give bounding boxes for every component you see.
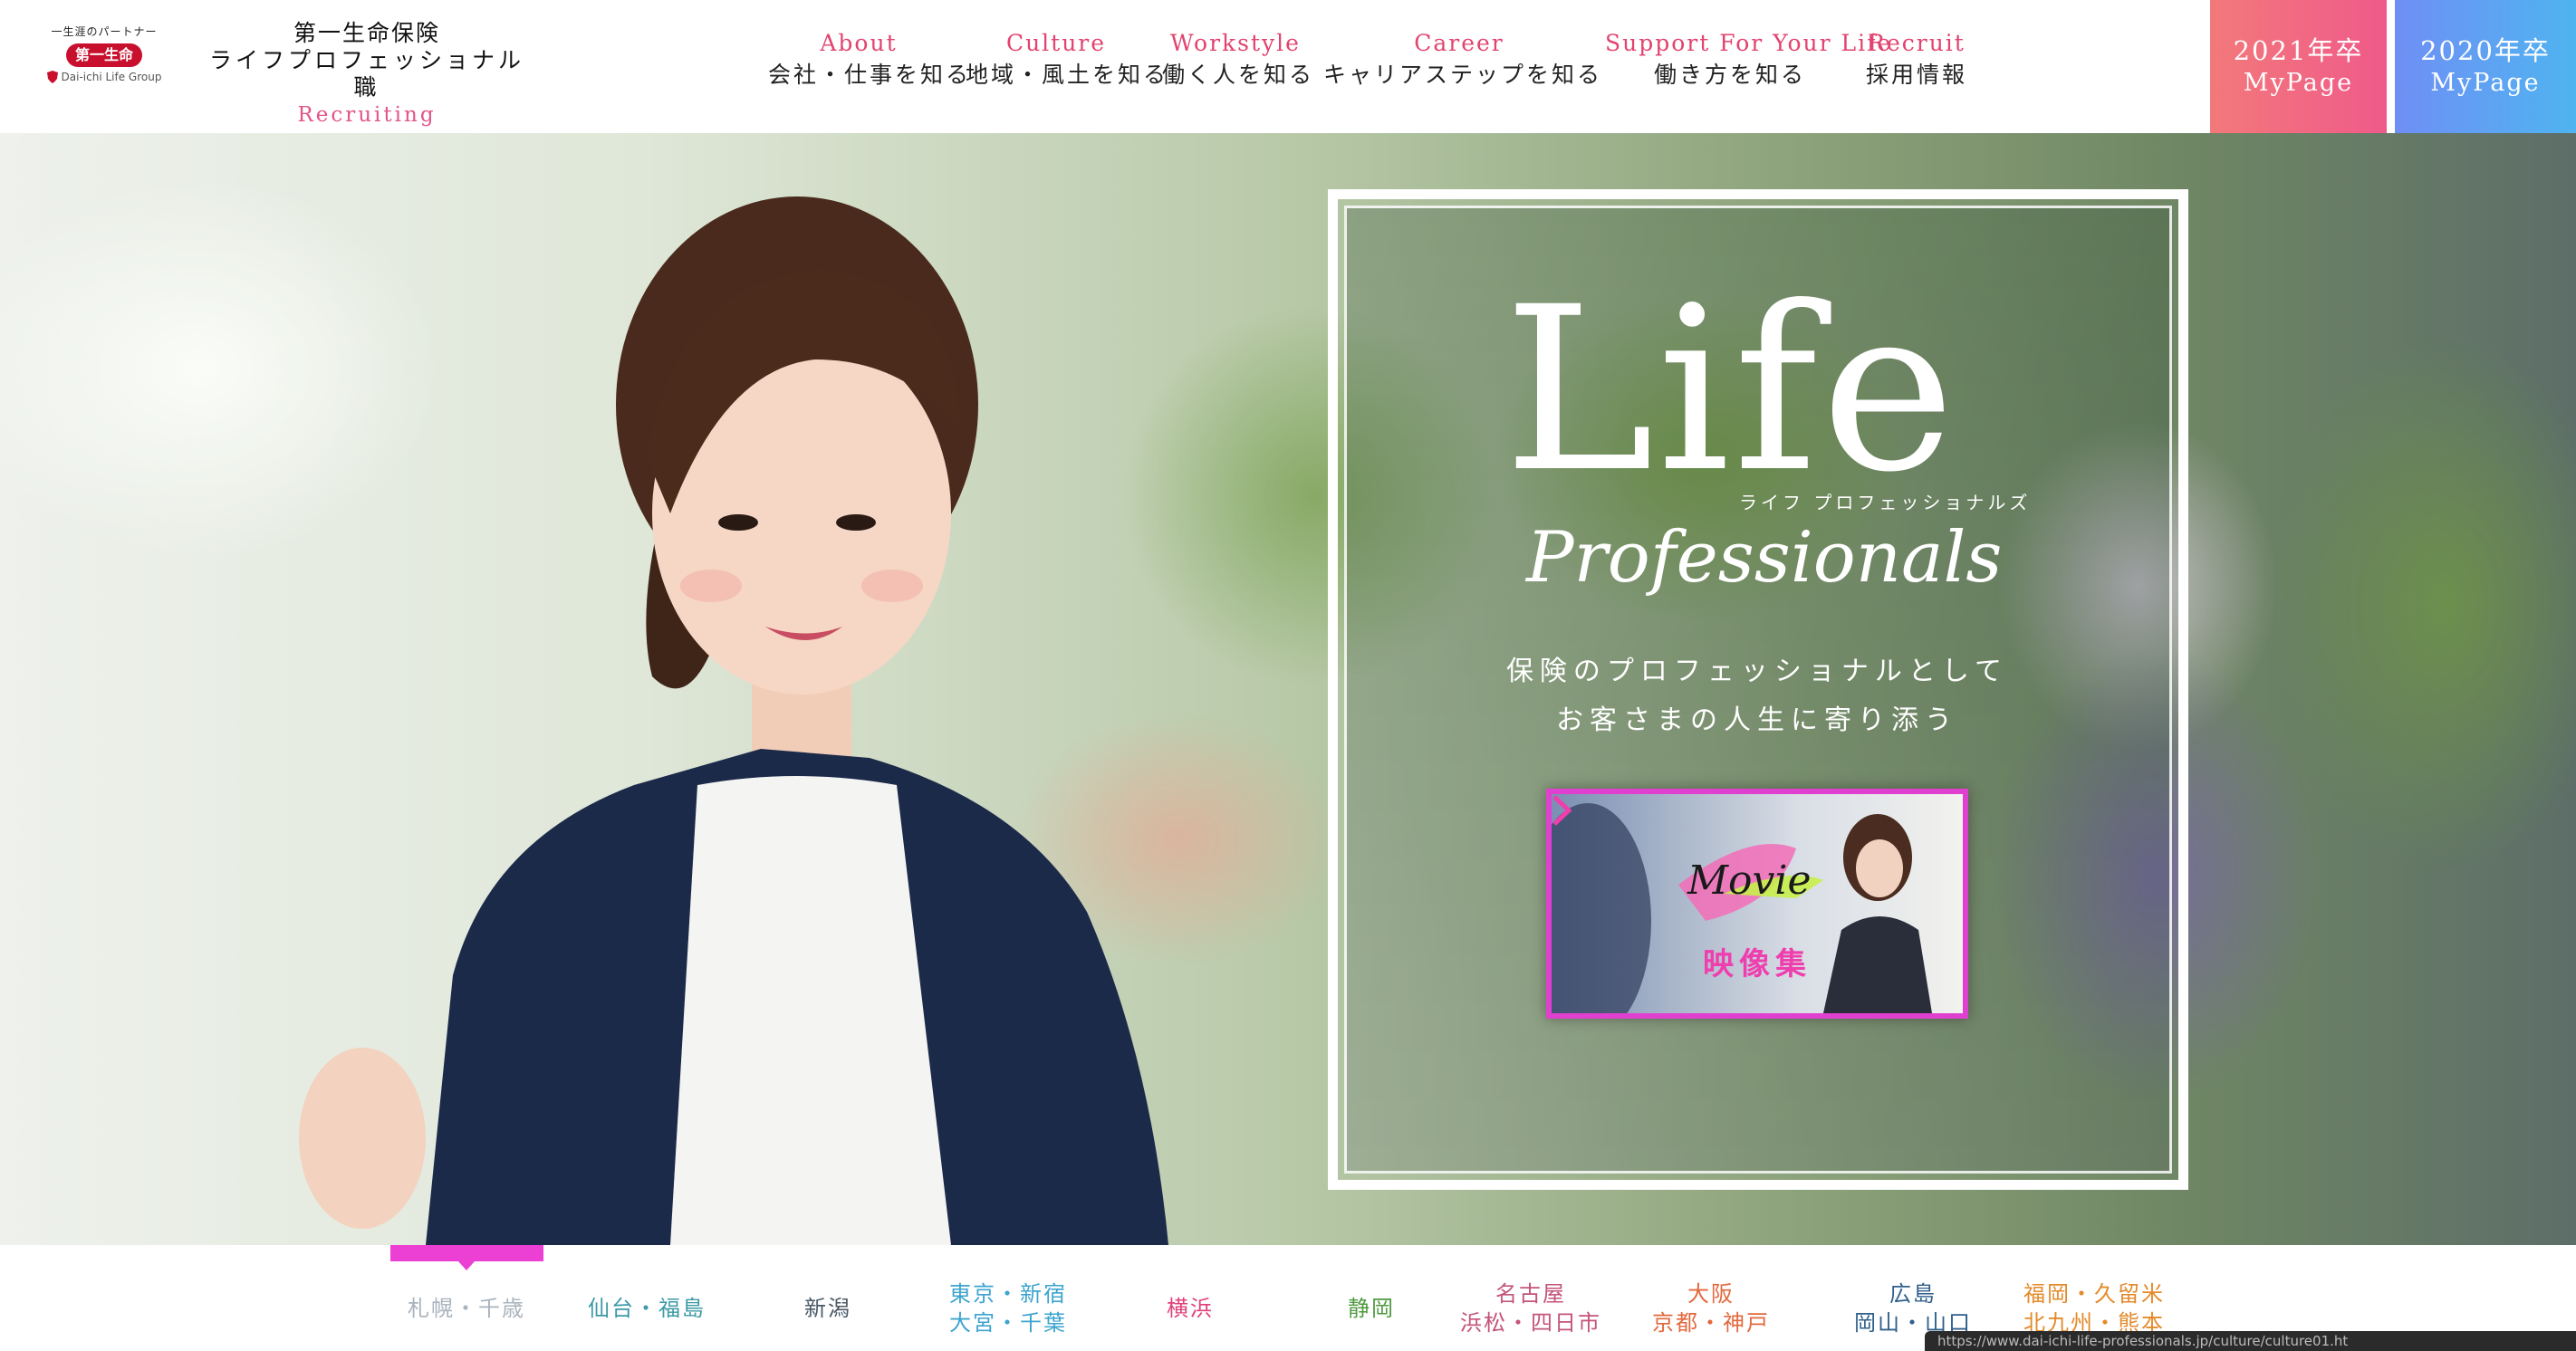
hero-section: Life ライフ プロフェッショナルズ Professionals 保険のプロフ… bbox=[0, 133, 2576, 1245]
region-item-label: 札幌・千歳 bbox=[408, 1296, 525, 1321]
logo-professionals-text: Professionals bbox=[1524, 517, 2002, 599]
region-item-label: 福岡・久留米 bbox=[2023, 1281, 2165, 1307]
region-item[interactable]: 仙台・福島 bbox=[547, 1294, 746, 1323]
nav-recruit-ja: 採用情報 bbox=[1866, 62, 1968, 88]
region-item-label: 新潟 bbox=[804, 1296, 851, 1321]
chevron-right-icon bbox=[1552, 795, 1572, 826]
movie-label: 映像集 bbox=[1703, 946, 1812, 982]
site-header: 一生涯のパートナー 第一生命 Dai-ichi Life Group 第一生命保… bbox=[0, 0, 2576, 133]
region-selected-marker bbox=[390, 1245, 543, 1261]
nav-recruit-en: Recruit bbox=[1868, 30, 1966, 56]
nav-recruit[interactable]: Recruit 採用情報 bbox=[1866, 27, 1967, 91]
logo-kana-text: ライフ プロフェッショナルズ bbox=[1739, 492, 2031, 513]
nav-support-en: Support For Your Life bbox=[1605, 30, 1893, 56]
nav-support-ja: 働き方を知る bbox=[1653, 62, 1806, 88]
movie-gallery-button[interactable]: Movie 映像集 bbox=[1546, 789, 1968, 1019]
mypage-2021-label: MyPage bbox=[2243, 68, 2354, 97]
site-title[interactable]: 第一生命保険 ライフプロフェッショナル職 Recruiting bbox=[204, 20, 530, 129]
mypage-2020-year: 2020年卒 bbox=[2420, 34, 2551, 66]
nav-career-ja: キャリアステップを知る bbox=[1323, 62, 1603, 88]
region-item[interactable]: 新潟 bbox=[728, 1294, 928, 1323]
dai-ichi-logo[interactable]: 一生涯のパートナー 第一生命 Dai-ichi Life Group bbox=[36, 24, 172, 96]
mypage-2021-year: 2021年卒 bbox=[2233, 34, 2364, 66]
nav-support[interactable]: Support For Your Life 働き方を知る bbox=[1605, 27, 1893, 91]
nav-workstyle[interactable]: Workstyle 働く人を知る bbox=[1162, 27, 1315, 91]
region-selected-marker-tip bbox=[458, 1261, 475, 1270]
hero-tagline-line1: 保険のプロフェッショナルとして bbox=[1505, 656, 2009, 687]
region-item[interactable]: 横浜 bbox=[1091, 1294, 1290, 1323]
nav-culture-ja: 地域・風土を知る bbox=[966, 62, 1169, 88]
region-item-label: 仙台・福島 bbox=[588, 1296, 706, 1321]
region-item-label: 東京・新宿 bbox=[949, 1281, 1067, 1307]
nav-workstyle-ja: 働く人を知る bbox=[1162, 62, 1315, 88]
nav-about-ja: 会社・仕事を知る bbox=[768, 62, 972, 88]
hero-tagline: 保険のプロフェッショナルとして お客さまの人生に寄り添う bbox=[1395, 647, 2119, 745]
logo-life-text: Life bbox=[1504, 273, 1958, 522]
nav-workstyle-en: Workstyle bbox=[1170, 30, 1301, 56]
site-title-company: 第一生命保険 bbox=[293, 20, 440, 46]
nav-career-en: Career bbox=[1414, 30, 1504, 56]
region-item[interactable]: 札幌・千歳 bbox=[367, 1294, 566, 1323]
region-item[interactable]: 広島 岡山・山口 bbox=[1813, 1279, 2013, 1337]
region-item-label: 大阪 bbox=[1687, 1281, 1735, 1307]
region-item[interactable]: 東京・新宿大宮・千葉 bbox=[908, 1279, 1108, 1337]
logo-group-label: Dai-ichi Life Group bbox=[61, 71, 162, 83]
hero-photo-woman bbox=[299, 196, 1168, 1245]
region-item-label: 広島 bbox=[1889, 1281, 1937, 1307]
movie-word: Movie bbox=[1687, 858, 1812, 904]
site-title-recruiting: Recruiting bbox=[297, 103, 437, 127]
region-item[interactable]: 大阪 京都・神戸 bbox=[1611, 1279, 1811, 1337]
mypage-2020-label: MyPage bbox=[2430, 68, 2541, 97]
region-item-label: 大宮・千葉 bbox=[949, 1310, 1067, 1336]
hero-tagline-line2: お客さまの人生に寄り添う bbox=[1556, 704, 1958, 736]
nav-about[interactable]: About 会社・仕事を知る bbox=[768, 27, 972, 91]
nav-about-en: About bbox=[820, 30, 898, 56]
status-bar-url: https://www.dai-ichi-life-professionals.… bbox=[1925, 1331, 2576, 1351]
mypage-2020-button[interactable]: 2020年卒 MyPage bbox=[2395, 0, 2576, 133]
logo-group: Dai-ichi Life Group bbox=[36, 71, 172, 83]
mypage-2021-button[interactable]: 2021年卒 MyPage bbox=[2210, 0, 2387, 133]
nav-culture[interactable]: Culture 地域・風土を知る bbox=[966, 27, 1169, 91]
nav-career[interactable]: Career キャリアステップを知る bbox=[1323, 27, 1603, 91]
logo-badge: 第一生命 bbox=[66, 43, 142, 67]
region-item[interactable]: 福岡・久留米 北九州・熊本 bbox=[1994, 1279, 2194, 1337]
region-item-label: 京都・神戸 bbox=[1652, 1310, 1770, 1336]
logo-tagline: 一生涯のパートナー bbox=[51, 25, 158, 38]
site-title-job: ライフプロフェッショナル職 bbox=[208, 47, 524, 101]
region-item-label: 名古屋 bbox=[1495, 1281, 1566, 1307]
region-item-label: 横浜 bbox=[1167, 1296, 1214, 1321]
shield-icon bbox=[46, 71, 58, 83]
region-item[interactable]: 名古屋 浜松・四日市 bbox=[1431, 1279, 1630, 1337]
region-item-label: 浜松・四日市 bbox=[1460, 1310, 1601, 1336]
nav-culture-en: Culture bbox=[1005, 30, 1107, 56]
